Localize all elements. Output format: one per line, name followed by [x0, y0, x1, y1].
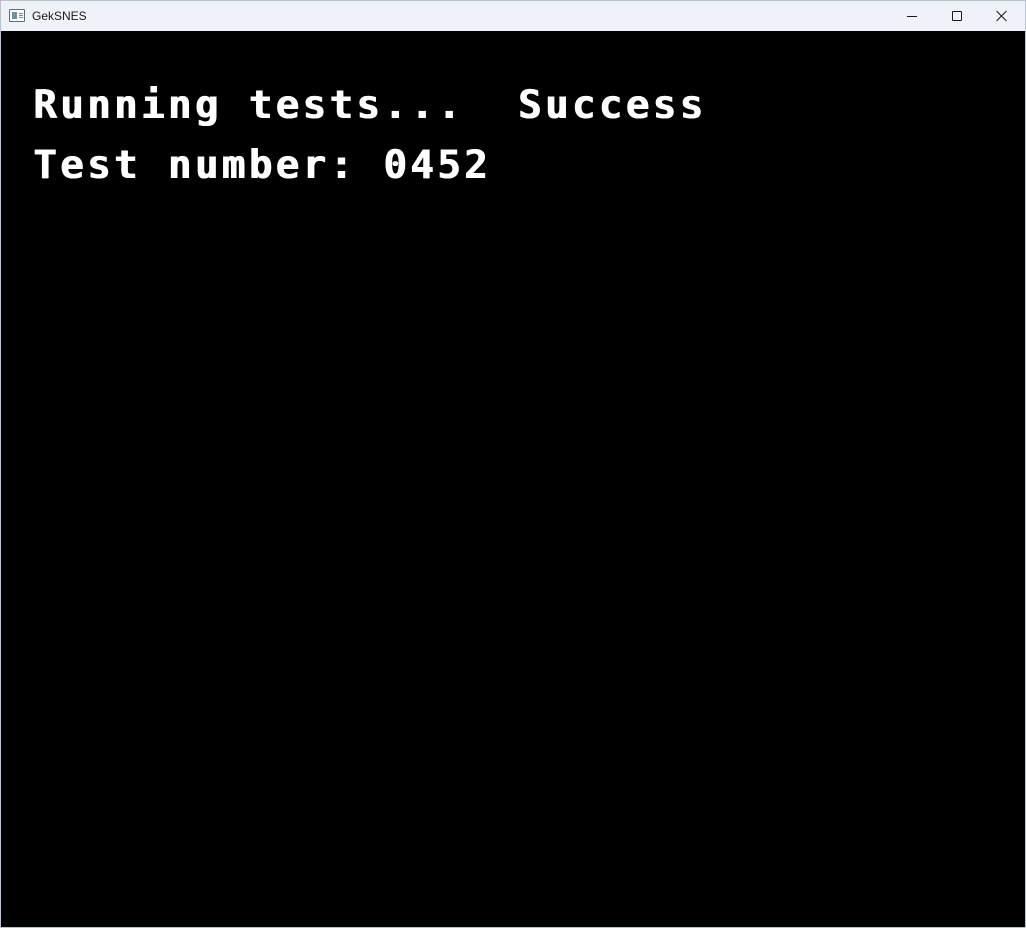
test-number-line: Test number: 0452 [33, 146, 491, 186]
maximize-icon [952, 11, 962, 21]
maximize-button[interactable] [934, 1, 980, 31]
test-number-label: Test number: [33, 143, 357, 188]
game-screen: Running tests... Success Test number: 04… [1, 31, 1025, 927]
close-button[interactable] [979, 1, 1025, 31]
window-title: GekSNES [32, 9, 87, 23]
test-number-value: 0452 [383, 143, 491, 188]
test-status-line: Running tests... Success [33, 86, 706, 126]
title-bar[interactable]: GekSNES [1, 1, 1025, 31]
minimize-icon [907, 15, 917, 17]
minimize-button[interactable] [889, 1, 935, 31]
app-window-icon [9, 9, 25, 22]
emulator-window: GekSNES Running tests... Success Test nu… [0, 0, 1026, 928]
test-status-result: Success [517, 83, 707, 128]
test-status-label: Running tests... [33, 83, 464, 128]
close-icon [996, 10, 1008, 22]
